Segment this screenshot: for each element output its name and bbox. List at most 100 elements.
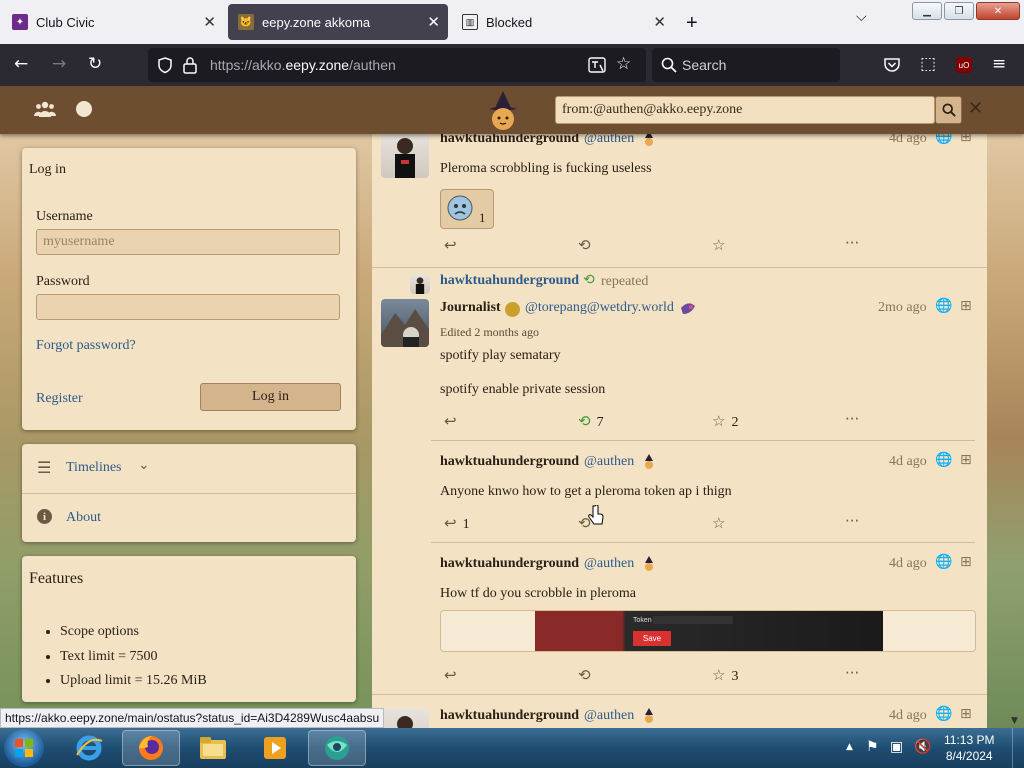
system-clock[interactable]: 11:13 PM 8/4/2024 [944, 732, 994, 764]
avatar[interactable] [381, 299, 429, 347]
display-name[interactable]: hawktuahunderground [440, 134, 579, 147]
page-scrollbar[interactable]: ▼ [1008, 134, 1024, 728]
timestamp[interactable]: 4d ago [889, 556, 927, 572]
taskbar-internet-explorer[interactable] [60, 730, 118, 766]
repeater-avatar[interactable] [410, 274, 430, 294]
reply-icon[interactable]: ↩ [444, 236, 457, 254]
user-handle[interactable]: @authen [584, 454, 634, 470]
browser-nav-bar: ← → ↻ https://akko.eepy.zone/authen ☆ Se… [0, 44, 1024, 86]
timestamp[interactable]: 2mo ago [878, 300, 927, 316]
start-button[interactable] [4, 729, 44, 767]
user-handle[interactable]: @authen [584, 708, 634, 724]
reply-icon[interactable]: ↩ 1 [444, 514, 470, 533]
avatar[interactable] [381, 708, 429, 728]
browser-search-input[interactable]: Search [652, 48, 840, 82]
nav-timelines[interactable]: ☰ Timelines ⌄ [22, 444, 356, 492]
favorite-star-icon[interactable]: ☆ [712, 236, 725, 254]
taskbar-media-player[interactable] [246, 730, 304, 766]
repeater-name[interactable]: hawktuahunderground [440, 273, 579, 289]
user-handle[interactable]: @torepang@wetdry.world [525, 300, 674, 316]
expand-icon[interactable]: ⊞ [960, 134, 972, 145]
menu-hamburger-icon[interactable]: ≡ [992, 54, 1006, 74]
expand-icon[interactable]: ⊞ [960, 452, 972, 468]
more-options-icon[interactable]: ··· [845, 664, 859, 682]
forgot-password-link[interactable]: Forgot password? [36, 338, 136, 354]
timestamp[interactable]: 4d ago [889, 134, 927, 147]
more-options-icon[interactable]: ··· [845, 234, 859, 252]
show-desktop-button[interactable] [1012, 728, 1024, 768]
more-options-icon[interactable]: ··· [845, 512, 859, 530]
emoji-reaction[interactable]: 1 [440, 189, 494, 229]
close-window-icon[interactable]: ✕ [976, 2, 1020, 20]
expand-icon[interactable]: ⊞ [960, 706, 972, 722]
tab-blocked[interactable]: ▥ Blocked ✕ [452, 4, 674, 40]
users-icon[interactable] [34, 100, 56, 118]
restore-icon[interactable]: ❐ [944, 2, 974, 20]
login-button[interactable]: Log in [200, 383, 341, 411]
close-search-icon[interactable]: ✕ [968, 98, 983, 119]
volume-muted-icon[interactable]: 🔇 [914, 739, 931, 755]
search-submit-button[interactable] [935, 96, 962, 124]
network-icon[interactable]: ▣ [890, 739, 903, 755]
taskbar-firefox[interactable] [122, 730, 180, 766]
akkoma-mascot-logo[interactable] [486, 90, 520, 132]
search-input[interactable]: from:@authen@akko.eepy.zone [555, 96, 935, 124]
forward-icon[interactable]: → [52, 54, 66, 74]
action-center-flag-icon[interactable]: ⚑ [866, 739, 879, 755]
reader-translate-icon[interactable] [588, 57, 606, 73]
search-icon [661, 57, 677, 73]
taskbar-app-active[interactable] [308, 730, 366, 766]
list-tabs-chevron-icon[interactable]: ⌵ [856, 10, 867, 26]
theme-toggle-icon[interactable] [76, 101, 92, 117]
ublock-icon[interactable]: uO [956, 57, 972, 73]
favorite-star-icon[interactable]: ☆ 3 [712, 666, 738, 685]
user-handle[interactable]: @authen [584, 134, 634, 147]
pocket-icon[interactable] [883, 56, 901, 74]
reload-icon[interactable]: ↻ [88, 54, 102, 74]
reply-icon[interactable]: ↩ [444, 666, 457, 684]
image-attachment[interactable]: Token Save [440, 610, 976, 652]
password-field[interactable] [36, 294, 340, 320]
favorite-star-icon[interactable]: ☆ 2 [712, 412, 738, 431]
tab-eepy-zone[interactable]: 🐱 eepy.zone akkoma ✕ [228, 4, 448, 40]
url-bar[interactable]: https://akko.eepy.zone/authen ☆ [148, 48, 646, 82]
status-text: Anyone knwo how to get a pleroma token a… [440, 484, 732, 499]
bookmark-star-icon[interactable]: ☆ [616, 54, 631, 74]
scroll-down-icon[interactable]: ▼ [1011, 716, 1018, 726]
search-results-timeline: hawktuahunderground @authen 4d ago 🌐 ⊞ P… [372, 134, 987, 728]
nav-about[interactable]: i About [22, 494, 356, 542]
close-tab-icon[interactable]: ✕ [653, 13, 666, 31]
new-tab-icon[interactable]: + [686, 12, 698, 35]
expand-icon[interactable]: ⊞ [960, 298, 972, 314]
favorite-star-icon[interactable]: ☆ [712, 514, 725, 532]
back-icon[interactable]: ← [14, 54, 28, 74]
taskbar-file-explorer[interactable] [184, 730, 242, 766]
expand-icon[interactable]: ⊞ [960, 554, 972, 570]
avatar[interactable] [381, 134, 429, 178]
display-name[interactable]: Journalist [440, 300, 501, 316]
timestamp[interactable]: 4d ago [889, 454, 927, 470]
folder-icon [200, 737, 226, 759]
nav-panel: ☰ Timelines ⌄ i About [22, 444, 356, 542]
close-tab-icon[interactable]: ✕ [427, 13, 440, 31]
repeat-icon[interactable]: ⟲ [578, 666, 591, 684]
display-name[interactable]: hawktuahunderground [440, 454, 579, 470]
display-name[interactable]: hawktuahunderground [440, 556, 579, 572]
more-options-icon[interactable]: ··· [845, 410, 859, 428]
minimize-icon[interactable]: ▁ [912, 2, 942, 20]
repeat-icon[interactable]: ⟲ 7 [578, 412, 604, 431]
globe-icon: 🌐 [935, 452, 953, 468]
shield-icon[interactable] [156, 56, 174, 74]
lock-icon[interactable] [182, 56, 198, 74]
display-name[interactable]: hawktuahunderground [440, 708, 579, 724]
repeat-icon[interactable]: ⟲ [578, 236, 591, 254]
extensions-icon[interactable]: ⬚ [920, 54, 936, 74]
tab-club-civic[interactable]: ✦ Club Civic ✕ [2, 4, 224, 40]
show-hidden-icons-icon[interactable]: ▲ [846, 742, 853, 752]
username-field[interactable]: myusername [36, 229, 340, 255]
close-tab-icon[interactable]: ✕ [203, 13, 216, 31]
register-link[interactable]: Register [36, 391, 83, 407]
user-handle[interactable]: @authen [584, 556, 634, 572]
reply-icon[interactable]: ↩ [444, 412, 457, 430]
timestamp[interactable]: 4d ago [889, 708, 927, 724]
